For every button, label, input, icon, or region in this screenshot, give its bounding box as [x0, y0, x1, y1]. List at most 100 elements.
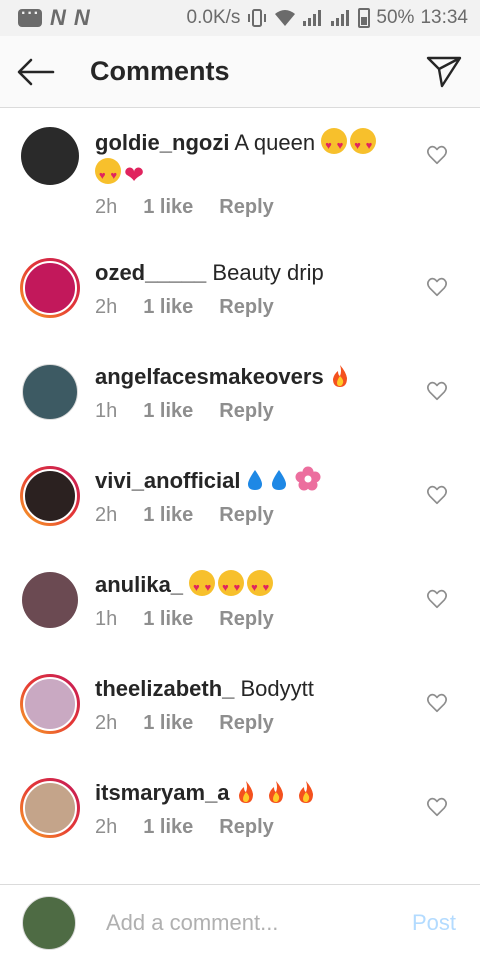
comment-username[interactable]: angelfacesmakeovers: [95, 364, 324, 389]
fire-emoji-icon: [268, 781, 283, 803]
like-heart-icon[interactable]: [426, 796, 448, 818]
status-bar: N N 0.0K/s 50% 13:34: [0, 0, 480, 36]
comment-message: Bodyytt: [240, 676, 314, 701]
comment-item: goldie_ngozi A queen ❤ 2h 1 like Reply: [0, 124, 480, 228]
droplet-emoji-icon: [271, 470, 286, 490]
reply-button[interactable]: Reply: [219, 400, 273, 423]
page-title: Comments: [90, 56, 230, 86]
like-heart-icon[interactable]: [426, 380, 448, 402]
fire-emoji-icon: [238, 781, 253, 803]
comment-likes[interactable]: 1 like: [143, 400, 193, 423]
reply-button[interactable]: Reply: [219, 504, 273, 527]
comment-likes[interactable]: 1 like: [143, 608, 193, 631]
message-notification-icon: [18, 5, 42, 27]
comment-item: ozed_____ Beauty drip 2h 1 like Reply: [0, 256, 480, 360]
signal-icon: [303, 10, 322, 26]
flower-emoji-icon: [295, 466, 321, 491]
comment-text: itsmaryam_a: [95, 778, 395, 808]
comment-message: Beauty drip: [212, 260, 324, 285]
comment-meta: 2h 1 like Reply: [95, 296, 300, 319]
avatar-image: [23, 677, 77, 731]
comment-item: theelizabeth_ Bodyytt 2h 1 like Reply: [0, 672, 480, 776]
comment-text: anulika_: [95, 570, 395, 603]
reply-button[interactable]: Reply: [219, 296, 273, 319]
comment-time: 2h: [95, 712, 118, 734]
back-arrow-icon: [17, 58, 55, 85]
heart-eyes-emoji-icon: [247, 570, 274, 603]
comment-item: anulika_ 1h 1 like Reply: [0, 568, 480, 672]
comment-username[interactable]: goldie_ngozi: [95, 130, 229, 155]
wifi-icon: [275, 10, 296, 26]
comment-message: A queen: [234, 130, 316, 155]
heart-eyes-emoji-icon: [189, 570, 216, 603]
reply-button[interactable]: Reply: [219, 816, 273, 839]
comment-time: 2h: [95, 504, 118, 526]
like-heart-icon[interactable]: [426, 692, 448, 714]
comment-username[interactable]: itsmaryam_a: [95, 780, 230, 805]
reply-button[interactable]: Reply: [219, 196, 273, 219]
comment-likes[interactable]: 1 like: [143, 712, 193, 735]
like-heart-icon[interactable]: [426, 144, 448, 166]
share-button[interactable]: [408, 36, 480, 108]
send-icon: [426, 56, 462, 87]
reply-button[interactable]: Reply: [219, 712, 273, 735]
post-button[interactable]: Post: [412, 910, 456, 936]
comment-likes[interactable]: 1 like: [143, 504, 193, 527]
heart-eyes-emoji-icon: [218, 570, 245, 603]
avatar[interactable]: [20, 778, 80, 838]
vibrate-icon: [248, 9, 267, 27]
comment-likes[interactable]: 1 like: [143, 816, 193, 839]
battery-percent: 50%: [376, 7, 415, 28]
heart-eyes-emoji-icon: [95, 158, 121, 191]
comment-likes[interactable]: 1 like: [143, 296, 193, 319]
comment-username[interactable]: ozed_____: [95, 260, 206, 285]
clock: 13:34: [420, 7, 468, 28]
current-user-avatar: [22, 895, 76, 950]
notification-n-icon: N: [50, 5, 66, 30]
comment-list[interactable]: goldie_ngozi A queen ❤ 2h 1 like Reply o…: [0, 108, 480, 884]
avatar[interactable]: [20, 362, 80, 422]
avatar-image: [22, 364, 78, 420]
comment-item: vivi_anofficial 2h 1 like Reply: [0, 464, 480, 568]
avatar[interactable]: [20, 258, 80, 318]
status-notifications: N N: [18, 5, 90, 31]
comment-text: ozed_____ Beauty drip: [95, 258, 395, 288]
fire-emoji-icon: [332, 365, 347, 387]
pink-heart-emoji-icon: ❤: [124, 162, 145, 189]
reply-button[interactable]: Reply: [219, 608, 273, 631]
comment-meta: 1h 1 like Reply: [95, 608, 300, 631]
avatar-image: [23, 469, 77, 523]
avatar[interactable]: [20, 126, 80, 186]
avatar-image: [21, 127, 79, 185]
heart-eyes-emoji-icon: [321, 128, 348, 161]
comment-text: vivi_anofficial: [95, 466, 395, 496]
comment-meta: 2h 1 like Reply: [95, 712, 300, 735]
comment-username[interactable]: anulika_: [95, 572, 183, 597]
like-heart-icon[interactable]: [426, 276, 448, 298]
avatar[interactable]: [20, 570, 80, 630]
comment-item: itsmaryam_a 2h 1 like Reply: [0, 776, 480, 880]
fire-emoji-icon: [298, 781, 313, 803]
comment-meta: 2h 1 like Reply: [95, 196, 300, 219]
network-speed: 0.0K/s: [186, 7, 241, 28]
avatar-image: [22, 572, 78, 628]
comment-text: goldie_ngozi A queen ❤: [95, 128, 395, 191]
avatar[interactable]: [20, 674, 80, 734]
heart-eyes-emoji-icon: [350, 128, 377, 161]
back-button[interactable]: [0, 36, 72, 108]
status-system: 0.0K/s 50% 13:34: [159, 7, 468, 29]
signal-icon: [331, 10, 350, 26]
like-heart-icon[interactable]: [426, 484, 448, 506]
comment-username[interactable]: vivi_anofficial: [95, 468, 241, 493]
comment-likes[interactable]: 1 like: [143, 196, 193, 219]
avatar-image: [23, 781, 77, 835]
avatar[interactable]: [20, 466, 80, 526]
comment-meta: 2h 1 like Reply: [95, 504, 300, 527]
comment-input[interactable]: [106, 909, 386, 936]
comment-item: angelfacesmakeovers 1h 1 like Reply: [0, 360, 480, 464]
like-heart-icon[interactable]: [426, 588, 448, 610]
comment-text: angelfacesmakeovers: [95, 362, 395, 392]
droplet-emoji-icon: [247, 470, 262, 490]
notification-n-icon: N: [73, 5, 90, 30]
comment-username[interactable]: theelizabeth_: [95, 676, 234, 701]
